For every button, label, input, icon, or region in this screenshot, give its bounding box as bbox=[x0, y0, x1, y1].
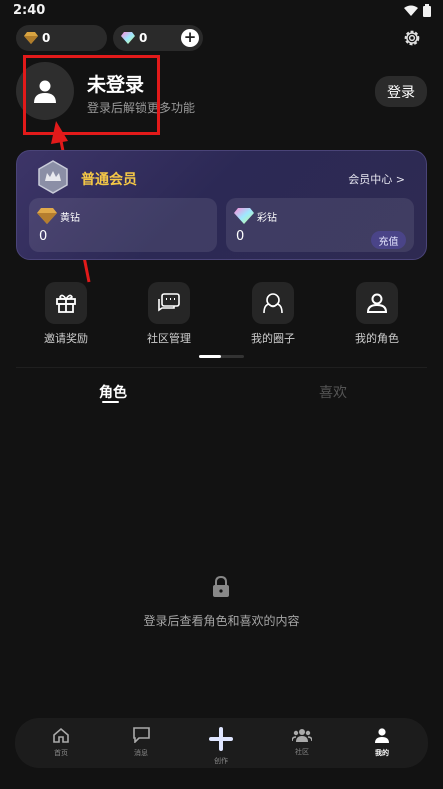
status-icons bbox=[404, 4, 431, 17]
plus-icon bbox=[209, 727, 233, 751]
menu-my-circles[interactable]: 我的圈子 bbox=[233, 282, 313, 346]
lock-icon bbox=[213, 575, 229, 597]
gift-icon bbox=[45, 282, 87, 324]
gold-diamond-icon bbox=[37, 208, 57, 224]
settings-gear-icon[interactable] bbox=[401, 27, 423, 49]
rainbow-diamond-icon bbox=[234, 208, 254, 224]
profile-icon bbox=[375, 728, 389, 743]
membership-card[interactable]: 普通会员 会员中心 > 黄钻 0 彩钻 0 充值 bbox=[16, 150, 427, 260]
person-icon bbox=[356, 282, 398, 324]
member-crown-badge-icon bbox=[38, 160, 68, 194]
tab-characters[interactable]: 角色 bbox=[99, 382, 127, 402]
rainbow-balance-value: 0 bbox=[139, 31, 148, 45]
rainbow-diamond-label: 彩钻 bbox=[257, 213, 277, 224]
nav-label: 消息 bbox=[134, 749, 148, 757]
active-tab-underline bbox=[102, 401, 119, 403]
menu-my-characters[interactable]: 我的角色 bbox=[337, 282, 417, 346]
gold-balance-value: 0 bbox=[42, 31, 51, 45]
menu-label: 我的圈子 bbox=[251, 332, 295, 345]
status-time: 2:40 bbox=[13, 3, 46, 18]
gold-diamond-label: 黄钻 bbox=[60, 213, 80, 224]
gold-diamond-card[interactable]: 黄钻 0 bbox=[29, 198, 217, 252]
nav-label: 首页 bbox=[54, 749, 68, 757]
member-level: 普通会员 bbox=[81, 172, 137, 188]
home-icon bbox=[53, 727, 69, 743]
wifi-icon bbox=[404, 5, 418, 16]
section-divider bbox=[16, 367, 427, 368]
gold-diamond-balance[interactable]: 0 bbox=[16, 25, 107, 51]
nav-profile[interactable]: 我的 bbox=[352, 727, 412, 758]
menu-label: 社区管理 bbox=[147, 332, 191, 345]
rainbow-diamond-icon bbox=[121, 32, 135, 44]
menu-label: 邀请奖励 bbox=[44, 332, 88, 345]
nav-label: 我的 bbox=[375, 749, 389, 757]
community-icon bbox=[291, 729, 313, 742]
gold-diamond-icon bbox=[24, 32, 38, 44]
menu-invite-rewards[interactable]: 邀请奖励 bbox=[26, 282, 106, 346]
rainbow-diamond-value: 0 bbox=[236, 229, 245, 244]
nav-home[interactable]: 首页 bbox=[31, 727, 91, 758]
menu-page-indicator bbox=[199, 355, 244, 358]
menu-community-management[interactable]: 社区管理 bbox=[129, 282, 209, 346]
login-button[interactable]: 登录 bbox=[375, 76, 427, 107]
circle-icon bbox=[252, 282, 294, 324]
status-bar: 2:40 bbox=[0, 0, 443, 22]
nav-messages[interactable]: 消息 bbox=[111, 727, 171, 758]
tab-likes[interactable]: 喜欢 bbox=[319, 382, 347, 402]
menu-label: 我的角色 bbox=[355, 332, 399, 345]
bottom-navigation: 首页 消息 创作 社区 我的 bbox=[15, 718, 428, 768]
rainbow-diamond-card[interactable]: 彩钻 0 充值 bbox=[226, 198, 414, 252]
gold-diamond-value: 0 bbox=[39, 229, 48, 244]
message-icon bbox=[132, 727, 150, 744]
nav-community[interactable]: 社区 bbox=[272, 727, 332, 757]
rainbow-diamond-balance[interactable]: 0 + bbox=[113, 25, 203, 51]
battery-icon bbox=[423, 4, 431, 17]
nav-label: 创作 bbox=[214, 757, 228, 765]
empty-state-message: 登录后查看角色和喜欢的内容 bbox=[143, 614, 300, 628]
recharge-button[interactable]: 充值 bbox=[371, 231, 406, 249]
chat-icon bbox=[148, 282, 190, 324]
add-diamond-button[interactable]: + bbox=[181, 29, 199, 47]
nav-label: 社区 bbox=[295, 748, 309, 756]
annotation-highlight-box bbox=[23, 55, 160, 135]
member-center-link[interactable]: 会员中心 > bbox=[348, 171, 405, 187]
nav-create[interactable]: 创作 bbox=[191, 727, 251, 766]
